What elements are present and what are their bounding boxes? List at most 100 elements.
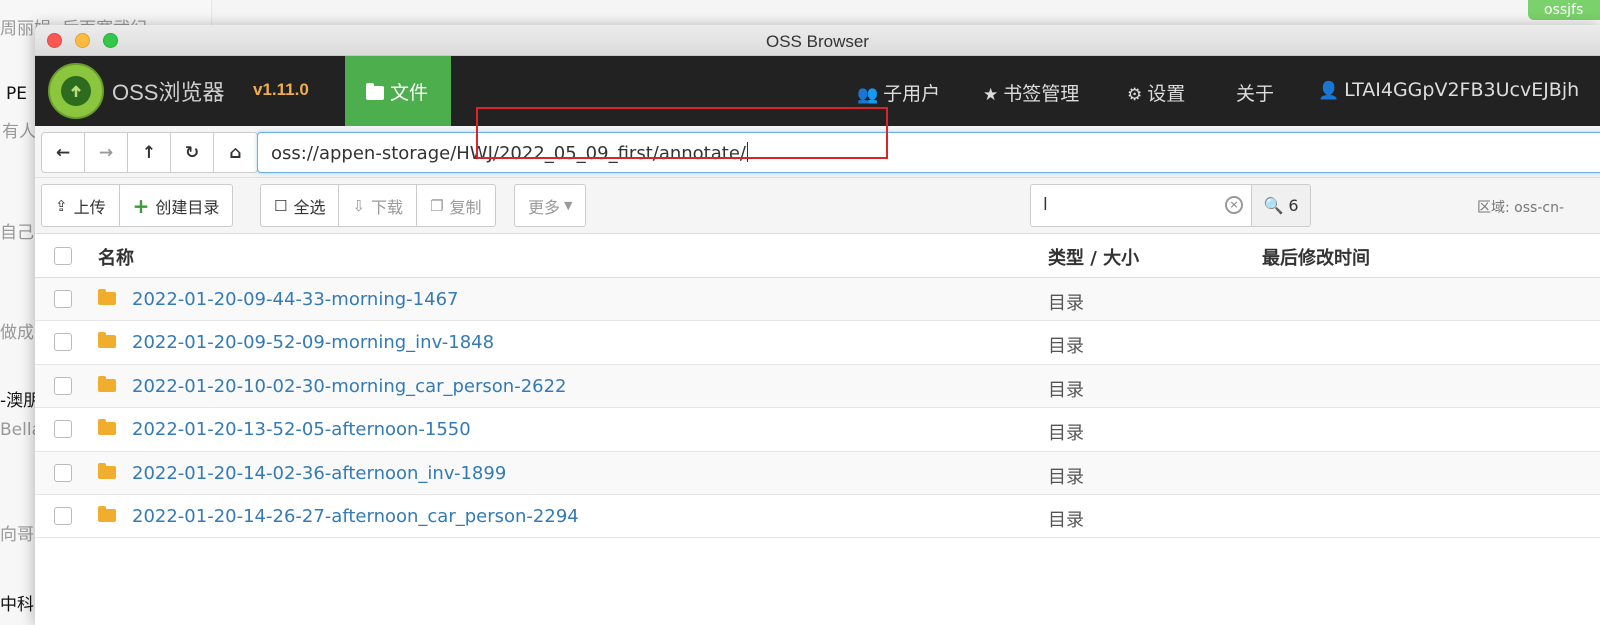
folder-icon (98, 419, 116, 436)
title-bar: OSS Browser (35, 25, 1600, 56)
table-row[interactable]: 2022-01-20-10-02-30-morning_car_person-2… (35, 364, 1600, 409)
folder-icon (98, 505, 116, 522)
nav-account-label: LTAI4GGpV2FB3UcvEJBjh (1344, 79, 1580, 101)
nav-files-tab[interactable]: 文件 (345, 56, 451, 126)
nav-bookmarks-label: 书签管理 (1003, 83, 1080, 105)
download-label: 下载 (371, 197, 404, 217)
copy-icon: ❐ (430, 196, 444, 215)
nav-subusers-label: 子用户 (883, 83, 941, 105)
address-input[interactable]: oss://appen-storage/HWJ/2022_05_09_first… (257, 132, 1600, 173)
refresh-icon[interactable]: ↻ (171, 133, 214, 172)
app-brand: OSS浏览器 (112, 80, 225, 105)
navigation-buttons: ← → ↑ ↻ ⌂ (41, 132, 258, 173)
nav-files-label: 文件 (390, 82, 429, 104)
name-column-header[interactable]: 名称 (98, 244, 134, 270)
table-row[interactable]: 2022-01-20-14-26-27-afternoon_car_person… (35, 495, 1600, 539)
copy-button[interactable]: ❐ 复制 (417, 185, 494, 226)
window-title: OSS Browser (766, 32, 869, 51)
nav-bookmarks[interactable]: ★ 书签管理 (983, 79, 1079, 106)
table-row[interactable]: 2022-01-20-09-44-33-morning-1467 目录 (35, 278, 1600, 322)
download-button[interactable]: ⇩ 下载 (339, 185, 418, 226)
row-type: 目录 (1048, 379, 1084, 401)
row-type: 目录 (1048, 509, 1084, 531)
row-checkbox[interactable] (54, 420, 72, 439)
upload-button-group: ⇪ 上传 + 创建目录 (41, 184, 234, 227)
checkbox-icon: ☐ (274, 196, 288, 215)
copy-label: 复制 (449, 197, 482, 217)
folder-link[interactable]: 2022-01-20-09-44-33-morning-1467 (132, 289, 458, 310)
create-directory-button[interactable]: + 创建目录 (120, 185, 233, 226)
select-all-label: 全选 (293, 197, 326, 217)
table-row[interactable]: 2022-01-20-09-52-09-morning_inv-1848 目录 (35, 321, 1600, 365)
row-checkbox[interactable] (54, 506, 72, 525)
row-type: 目录 (1048, 423, 1084, 445)
folder-icon (98, 375, 116, 392)
gear-icon: ⚙ (1127, 85, 1143, 105)
filter-input[interactable] (1031, 185, 1211, 224)
row-type: 目录 (1048, 293, 1084, 314)
table-row[interactable]: 2022-01-20-13-52-05-afternoon-1550 目录 (35, 408, 1600, 452)
nav-settings[interactable]: ⚙ 设置 (1127, 79, 1185, 106)
select-all-button[interactable]: ☐ 全选 (261, 185, 340, 226)
star-icon: ★ (983, 85, 999, 105)
more-label: 更多 (528, 197, 561, 217)
plus-icon: + (132, 193, 150, 218)
background-chat-name[interactable]: PE (6, 84, 27, 104)
background-green-button[interactable]: ossjfs (1528, 0, 1600, 20)
folder-link[interactable]: 2022-01-20-10-02-30-morning_car_person-2… (132, 376, 567, 397)
type-size-column-header[interactable]: 类型 / 大小 (1048, 244, 1139, 270)
app-logo (48, 63, 104, 119)
select-all-checkbox[interactable] (54, 247, 72, 265)
users-icon: 👥 (857, 85, 879, 105)
up-arrow-icon[interactable]: ↑ (128, 133, 171, 172)
more-dropdown-button[interactable]: 更多 ▼ (515, 185, 585, 226)
forward-arrow-icon[interactable]: → (85, 133, 128, 172)
file-table-body: 2022-01-20-09-44-33-morning-1467 目录 2022… (35, 278, 1600, 539)
home-icon[interactable]: ⌂ (214, 133, 257, 172)
background-chat-preview[interactable]: 向哥: (0, 520, 40, 545)
folder-icon (98, 462, 116, 479)
download-icon: ⇩ (352, 196, 366, 215)
search-count: 6 (1288, 196, 1299, 215)
region-label: 区域: oss-cn- (1477, 200, 1564, 216)
caret-down-icon: ▼ (564, 199, 573, 212)
folder-open-icon (366, 83, 384, 100)
app-version: v1.11.0 (253, 80, 309, 99)
annotation-highlight-box (476, 107, 888, 159)
filter-box: × (1030, 184, 1252, 227)
clear-icon[interactable]: × (1225, 196, 1243, 214)
row-type: 目录 (1048, 336, 1084, 358)
nav-about[interactable]: 关于 (1236, 79, 1274, 106)
nav-subusers[interactable]: 👥 子用户 (857, 79, 940, 106)
search-icon: 🔍 (1263, 196, 1284, 215)
user-icon: 👤 (1318, 81, 1340, 101)
row-type: 目录 (1048, 466, 1084, 488)
row-checkbox[interactable] (54, 376, 72, 395)
cloud-upload-icon (61, 76, 91, 106)
upload-button[interactable]: ⇪ 上传 (42, 185, 120, 226)
folder-link[interactable]: 2022-01-20-14-26-27-afternoon_car_person… (132, 506, 579, 527)
row-checkbox[interactable] (54, 333, 72, 352)
background-chat-name[interactable]: 中科 (0, 590, 34, 615)
more-button-group: 更多 ▼ (514, 184, 587, 227)
upload-label: 上传 (73, 197, 106, 217)
create-directory-label: 创建目录 (155, 197, 220, 217)
modified-column-header[interactable]: 最后修改时间 (1262, 244, 1370, 270)
nav-about-label: 关于 (1236, 83, 1275, 105)
row-checkbox[interactable] (54, 290, 72, 308)
search-button[interactable]: 🔍 6 (1251, 184, 1311, 227)
folder-link[interactable]: 2022-01-20-14-02-36-afternoon_inv-1899 (132, 463, 506, 484)
upload-icon: ⇪ (55, 196, 68, 215)
back-arrow-icon[interactable]: ← (42, 133, 85, 172)
selection-button-group: ☐ 全选 ⇩ 下载 ❐ 复制 (260, 184, 496, 227)
folder-link[interactable]: 2022-01-20-09-52-09-morning_inv-1848 (132, 332, 494, 353)
table-row[interactable]: 2022-01-20-14-02-36-afternoon_inv-1899 目… (35, 451, 1600, 495)
background-chat-preview[interactable]: 做成 (0, 318, 34, 343)
toolbar: ⇪ 上传 +创建目录 ☐ 全选 ⇩ 下载 ❐ 复制 更多▼ × 🔍6 区域: oss-c… (35, 178, 1600, 234)
nav-account[interactable]: 👤 LTAI4GGpV2FB3UcvEJBjh (1318, 79, 1579, 101)
row-checkbox[interactable] (54, 463, 72, 482)
file-table-header: 名称 类型 / 大小 最后修改时间 (35, 234, 1600, 278)
background-chat-preview[interactable]: 有人 (2, 117, 36, 142)
folder-link[interactable]: 2022-01-20-13-52-05-afternoon-1550 (132, 419, 471, 440)
folder-icon (98, 289, 116, 305)
